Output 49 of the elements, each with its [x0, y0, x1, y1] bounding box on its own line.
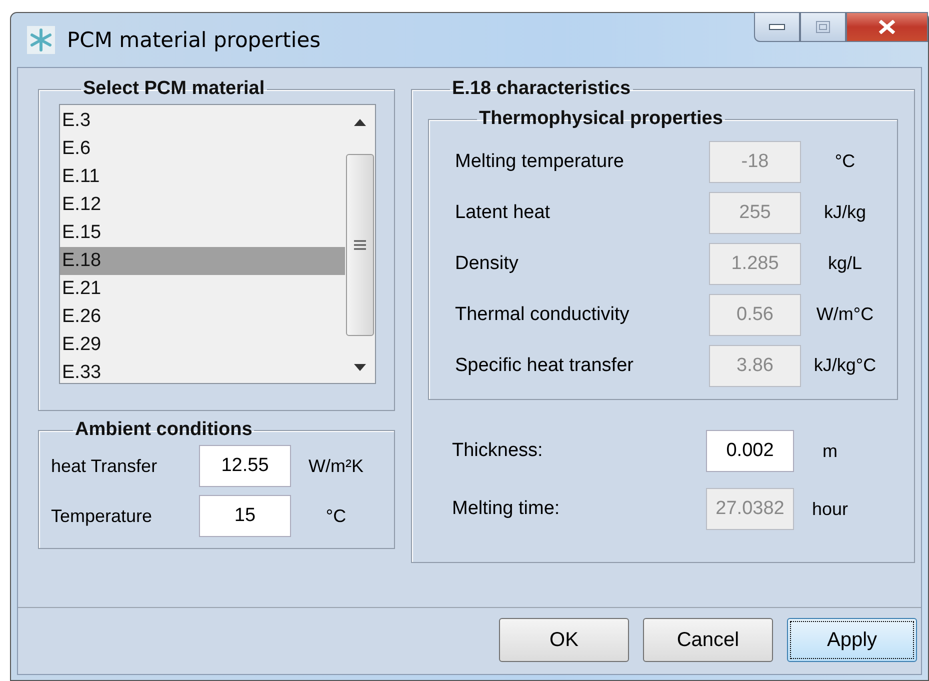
maximize-icon	[816, 21, 830, 33]
list-item[interactable]: E.26	[60, 303, 345, 331]
scroll-up-icon	[354, 119, 366, 126]
list-item[interactable]: E.21	[60, 275, 345, 303]
field-label: Density	[455, 252, 520, 274]
field-label: Thermal conductivity	[455, 304, 630, 326]
group-title: Thermophysical properties	[478, 108, 724, 130]
group-title: Select PCM material	[82, 78, 266, 100]
list-item[interactable]: E.11	[60, 163, 345, 191]
unit-label: °C	[834, 151, 856, 172]
unit-label: kJ/kg°C	[812, 355, 878, 376]
dialog-button[interactable]: Apply	[787, 618, 917, 662]
grip-icon	[354, 240, 366, 250]
list-item[interactable]: E.33	[60, 359, 345, 387]
unit-label: kJ/kg	[822, 202, 867, 223]
field-label: Temperature	[51, 506, 154, 526]
list-item[interactable]: E.18	[60, 247, 345, 275]
window-title: PCM material properties	[67, 28, 321, 52]
field-label: Melting temperature	[455, 150, 625, 172]
field-label: Specific heat transfer	[455, 354, 634, 376]
unit-label: hour	[810, 498, 850, 520]
input-field[interactable]: 0.002	[706, 430, 794, 472]
scroll-thumb[interactable]	[346, 154, 374, 336]
unit-label: W/m²K	[308, 456, 364, 476]
input-field[interactable]: 12.55	[199, 445, 291, 487]
minimize-button[interactable]	[754, 12, 800, 42]
field-label: heat Transfer	[51, 456, 158, 476]
list-item[interactable]: E.3	[60, 107, 345, 135]
unit-label: W/m°C	[815, 304, 875, 325]
group-title: E.18 characteristics	[451, 78, 632, 100]
minimize-icon	[769, 24, 785, 30]
field-label: Latent heat	[455, 202, 552, 224]
close-icon	[878, 20, 896, 34]
dialog-button[interactable]: Cancel	[643, 618, 773, 662]
field-label: Melting time:	[452, 498, 561, 520]
dialog-button[interactable]: OK	[499, 618, 629, 662]
unit-label: °C	[324, 506, 348, 526]
list-item[interactable]: E.29	[60, 331, 345, 359]
field-label: Thickness:	[452, 440, 544, 462]
input-field[interactable]: 15	[199, 495, 291, 537]
unit-label: m	[822, 440, 838, 462]
list-item[interactable]: E.6	[60, 135, 345, 163]
maximize-button[interactable]	[800, 12, 846, 42]
list-item[interactable]: E.12	[60, 191, 345, 219]
group-title: Ambient conditions	[74, 419, 254, 441]
list-item[interactable]: E.15	[60, 219, 345, 247]
unit-label: kg/L	[826, 253, 864, 274]
close-button[interactable]	[846, 12, 928, 42]
scroll-down-icon	[354, 364, 366, 371]
